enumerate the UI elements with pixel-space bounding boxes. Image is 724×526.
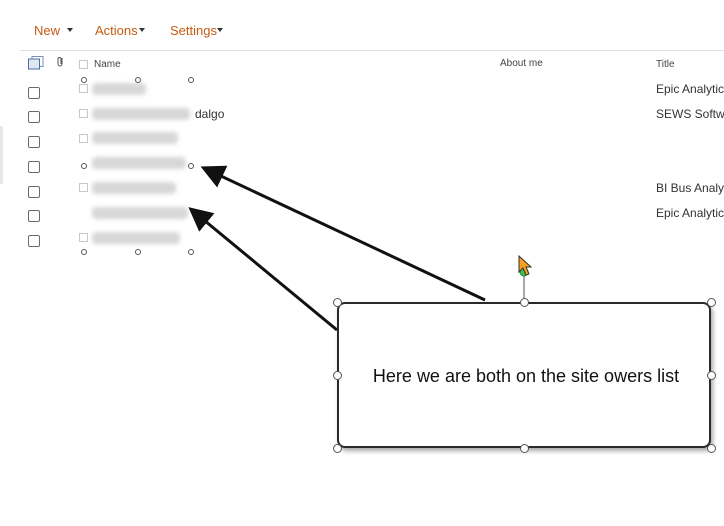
callout-resize-handle[interactable]	[333, 298, 342, 307]
arrow-lower	[188, 207, 338, 332]
callout-text: Here we are both on the site owers list	[372, 366, 680, 386]
callout-resize-handle[interactable]	[707, 444, 716, 453]
callout-resize-handle[interactable]	[520, 298, 529, 307]
callout-resize-handle[interactable]	[707, 371, 716, 380]
callout-box[interactable]: Here we are both on the site owers list	[337, 302, 711, 448]
callout-resize-handle[interactable]	[520, 444, 529, 453]
callout-resize-handle[interactable]	[333, 444, 342, 453]
arrow-upper	[200, 165, 486, 302]
callout-resize-handle[interactable]	[707, 298, 716, 307]
callout-resize-handle[interactable]	[333, 371, 342, 380]
